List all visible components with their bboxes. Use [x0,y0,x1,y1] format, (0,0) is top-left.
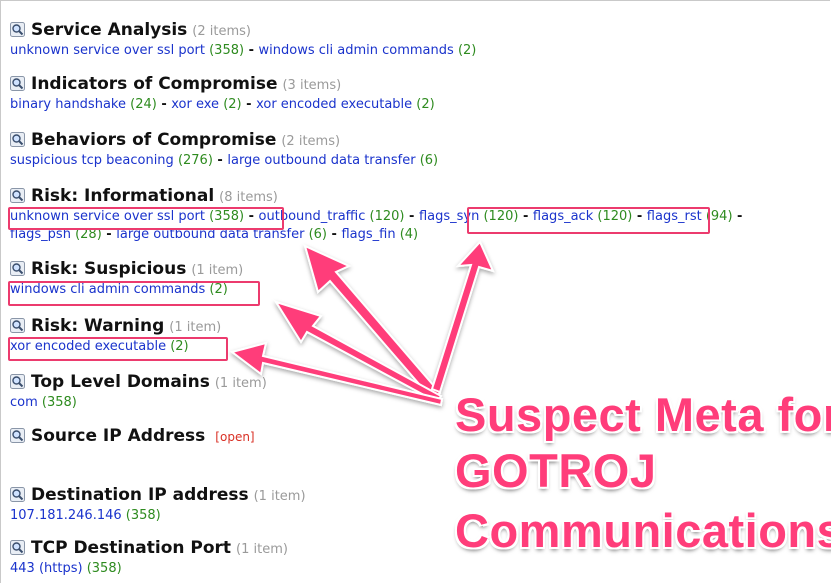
callout-line-3: Communications [455,504,831,557]
meta-value-link[interactable]: 443 (https) [10,561,83,576]
section-item-count: (1 item) [169,320,222,335]
section-values-line: unknown service over ssl port (358) - wi… [10,42,476,60]
highlight-box-ssl-port [8,207,284,230]
meta-section: TCP Destination Port (1 item) 443 (https) … [10,538,288,578]
magnifier-icon[interactable] [10,374,25,389]
section-title: Destination IP address [31,485,249,505]
meta-value-link[interactable]: large outbound data transfer [227,153,415,168]
meta-value-count: (2) [457,43,477,58]
section-title: Service Analysis [31,20,188,40]
meta-section: Indicators of Compromise (3 items) binary … [10,74,435,114]
section-header[interactable]: Risk: Suspicious (1 item) [10,259,243,281]
highlight-box-flags [467,207,710,234]
meta-section: Behaviors of Compromise (2 items) suspicio… [10,130,438,170]
meta-value-link[interactable]: xor exe [171,97,219,112]
section-header[interactable]: TCP Destination Port (1 item) [10,538,288,560]
section-header[interactable]: Risk: Warning (1 item) [10,316,221,338]
section-title: Behaviors of Compromise [31,130,277,150]
section-values-line: 107.181.246.146 (358) [10,507,306,525]
value-separator: - [212,153,228,168]
section-item-count: (2 items) [281,134,341,149]
section-header[interactable]: Destination IP address (1 item) [10,485,306,507]
meta-value-link[interactable]: xor encoded executable [256,97,412,112]
section-item-count: (1 item) [191,263,244,278]
section-title: Risk: Warning [31,316,165,336]
section-title: TCP Destination Port [31,538,232,558]
section-title: Top Level Domains [31,372,210,392]
magnifier-icon[interactable] [10,22,25,37]
meta-value-link[interactable]: unknown service over ssl port [10,43,205,58]
highlight-box-xor [8,337,228,361]
meta-value-link[interactable]: flags_fin [341,227,395,242]
meta-value-count: (6) [419,153,439,168]
section-header[interactable]: Indicators of Compromise (3 items) [10,74,435,96]
magnifier-icon[interactable] [10,428,25,443]
section-header[interactable]: Risk: Informational (8 items) [10,186,742,208]
meta-section: Source IP Address [open] [10,426,255,448]
meta-value-count: (358) [86,561,122,576]
section-item-count: (1 item) [253,489,306,504]
meta-value-count: (358) [209,43,245,58]
meta-value-link[interactable]: suspicious tcp beaconing [10,153,174,168]
meta-section: Top Level Domains (1 item) com (358) [10,372,267,412]
section-item-count: (3 items) [282,78,342,93]
section-header[interactable]: Behaviors of Compromise (2 items) [10,130,438,152]
section-values-line: 443 (https) (358) [10,560,288,578]
section-item-count: (1 item) [236,542,288,557]
section-values-line: suspicious tcp beaconing (276) - large o… [10,152,438,170]
meta-value-count: (6) [308,227,327,242]
callout-line-1: Suspect Meta for [455,388,831,441]
meta-value-link[interactable]: binary handshake [10,97,126,112]
meta-value-count: (24) [130,97,157,112]
meta-value-count: (2) [416,97,435,112]
value-separator: - [732,209,743,224]
section-header[interactable]: Source IP Address [open] [10,426,255,448]
meta-value-link[interactable]: com [10,395,38,410]
section-title: Risk: Suspicious [31,259,187,279]
meta-value-count: (120) [369,209,405,224]
meta-section: Destination IP address (1 item) 107.181.24… [10,485,306,525]
meta-section: Service Analysis (2 items) unknown service… [10,20,476,60]
magnifier-icon[interactable] [10,76,25,91]
open-link[interactable]: [open] [215,430,254,444]
section-values-line: com (358) [10,394,267,412]
section-header[interactable]: Top Level Domains (1 item) [10,372,267,394]
magnifier-icon[interactable] [10,487,25,502]
section-item-count: (2 items) [192,24,251,39]
value-separator: - [244,43,259,58]
magnifier-icon[interactable] [10,318,25,333]
meta-value-count: (2) [223,97,242,112]
value-separator: - [404,209,419,224]
magnifier-icon[interactable] [10,188,25,203]
callout-line-2: GOTROJ [455,444,657,497]
value-separator: - [241,97,257,112]
meta-value-count: (358) [125,508,161,523]
value-separator: - [327,227,342,242]
meta-value-count: (4) [399,227,419,242]
meta-value-link[interactable]: 107.181.246.146 [10,508,122,523]
magnifier-icon[interactable] [10,132,25,147]
value-separator: - [156,97,172,112]
meta-value-link[interactable]: windows cli admin commands [259,43,454,58]
magnifier-icon[interactable] [10,261,25,276]
magnifier-icon[interactable] [10,540,25,555]
section-header[interactable]: Service Analysis (2 items) [10,20,476,42]
section-title: Indicators of Compromise [31,74,278,94]
meta-value-count: (276) [177,153,213,168]
section-values-line: binary handshake (24) - xor exe (2) - xo… [10,96,435,114]
section-item-count: (1 item) [214,376,267,391]
section-title: Source IP Address [31,426,206,446]
highlight-box-windows-cli [8,281,260,306]
section-item-count: (8 items) [219,190,278,205]
meta-value-count: (358) [41,395,77,410]
section-title: Risk: Informational [31,186,215,206]
